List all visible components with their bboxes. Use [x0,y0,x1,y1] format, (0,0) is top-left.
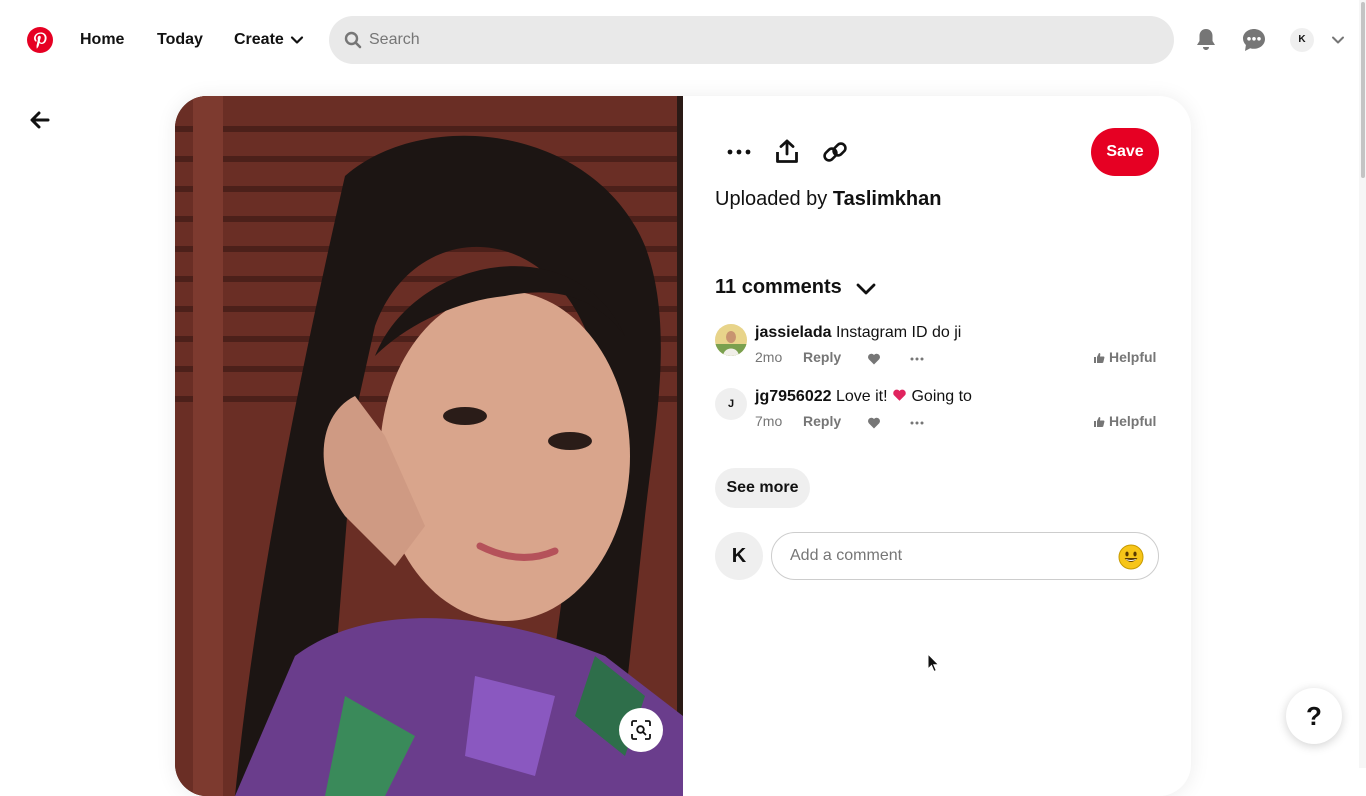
chevron-down-icon[interactable] [290,33,304,47]
more-icon[interactable] [909,352,925,366]
back-arrow-icon[interactable] [28,108,52,132]
helpful-button[interactable]: Helpful [1109,349,1156,365]
helpful-button[interactable]: Helpful [1109,413,1156,429]
comment-item: jassielada Instagram ID do ji 2mo Reply … [715,324,1159,380]
share-icon[interactable] [773,138,801,166]
comments-count-heading[interactable]: 11 comments [715,276,842,299]
comment-body: Love it! [835,388,888,405]
comment-body-continued: Going to [911,388,972,405]
pin-details-panel: Save Uploaded by Taslimkhan 11 comments … [715,96,1159,796]
top-navigation-bar: Home Today Create K [0,0,1366,80]
heart-emoji-icon [893,389,906,401]
comment-text-line: jassielada Instagram ID do ji [755,324,961,342]
search-input[interactable] [369,16,1159,64]
scrollbar-thumb[interactable] [1361,2,1365,178]
comment-body: Instagram ID do ji [835,324,962,341]
visual-search-button[interactable] [619,708,663,752]
comment-item: J jg7956022 Love it! Going to 7mo Reply … [715,388,1159,444]
mouse-cursor-icon [927,653,940,673]
save-button[interactable]: Save [1091,128,1159,176]
uploaded-by-line: Uploaded by Taslimkhan [715,188,941,211]
commenter-avatar[interactable]: J [715,388,747,420]
commenter-avatar[interactable] [715,324,747,356]
pin-closeup-card: Save Uploaded by Taslimkhan 11 comments … [175,96,1191,796]
uploader-name[interactable]: Taslimkhan [833,188,942,210]
account-avatar[interactable]: K [1290,28,1314,52]
help-button[interactable]: ? [1286,688,1342,744]
comment-age: 7mo [755,413,783,429]
reply-button[interactable]: Reply [803,413,841,429]
chevron-down-icon[interactable] [1331,33,1345,47]
thumb-icon [1094,417,1105,427]
chat-icon[interactable] [1240,26,1268,54]
add-comment-input[interactable] [790,533,1110,579]
nav-today-link[interactable]: Today [157,16,203,64]
link-icon[interactable] [821,138,849,166]
nav-home-link[interactable]: Home [80,16,124,64]
comment-username[interactable]: jassielada [755,324,832,341]
comment-age: 2mo [755,349,783,365]
uploaded-by-label: Uploaded by [715,188,828,210]
bell-icon[interactable] [1192,26,1220,54]
more-icon[interactable] [909,416,925,430]
search-icon [344,31,362,49]
heart-icon[interactable] [867,352,881,366]
comment-text-line: jg7956022 Love it! Going to [755,388,972,406]
thumb-icon [1094,353,1105,363]
comment-box[interactable] [771,532,1159,580]
visual-search-icon [631,720,651,740]
pin-image[interactable] [175,96,683,796]
pinterest-logo-icon[interactable] [27,27,53,53]
reply-button[interactable]: Reply [803,349,841,365]
comment-username[interactable]: jg7956022 [755,388,832,405]
my-avatar[interactable]: K [715,532,763,580]
search-bar[interactable] [329,16,1174,64]
more-icon[interactable] [725,138,753,166]
chevron-down-icon[interactable] [855,278,877,300]
see-more-button[interactable]: See more [715,468,810,508]
emoji-icon[interactable] [1118,544,1144,570]
heart-icon[interactable] [867,416,881,430]
nav-create-link[interactable]: Create [234,16,284,64]
